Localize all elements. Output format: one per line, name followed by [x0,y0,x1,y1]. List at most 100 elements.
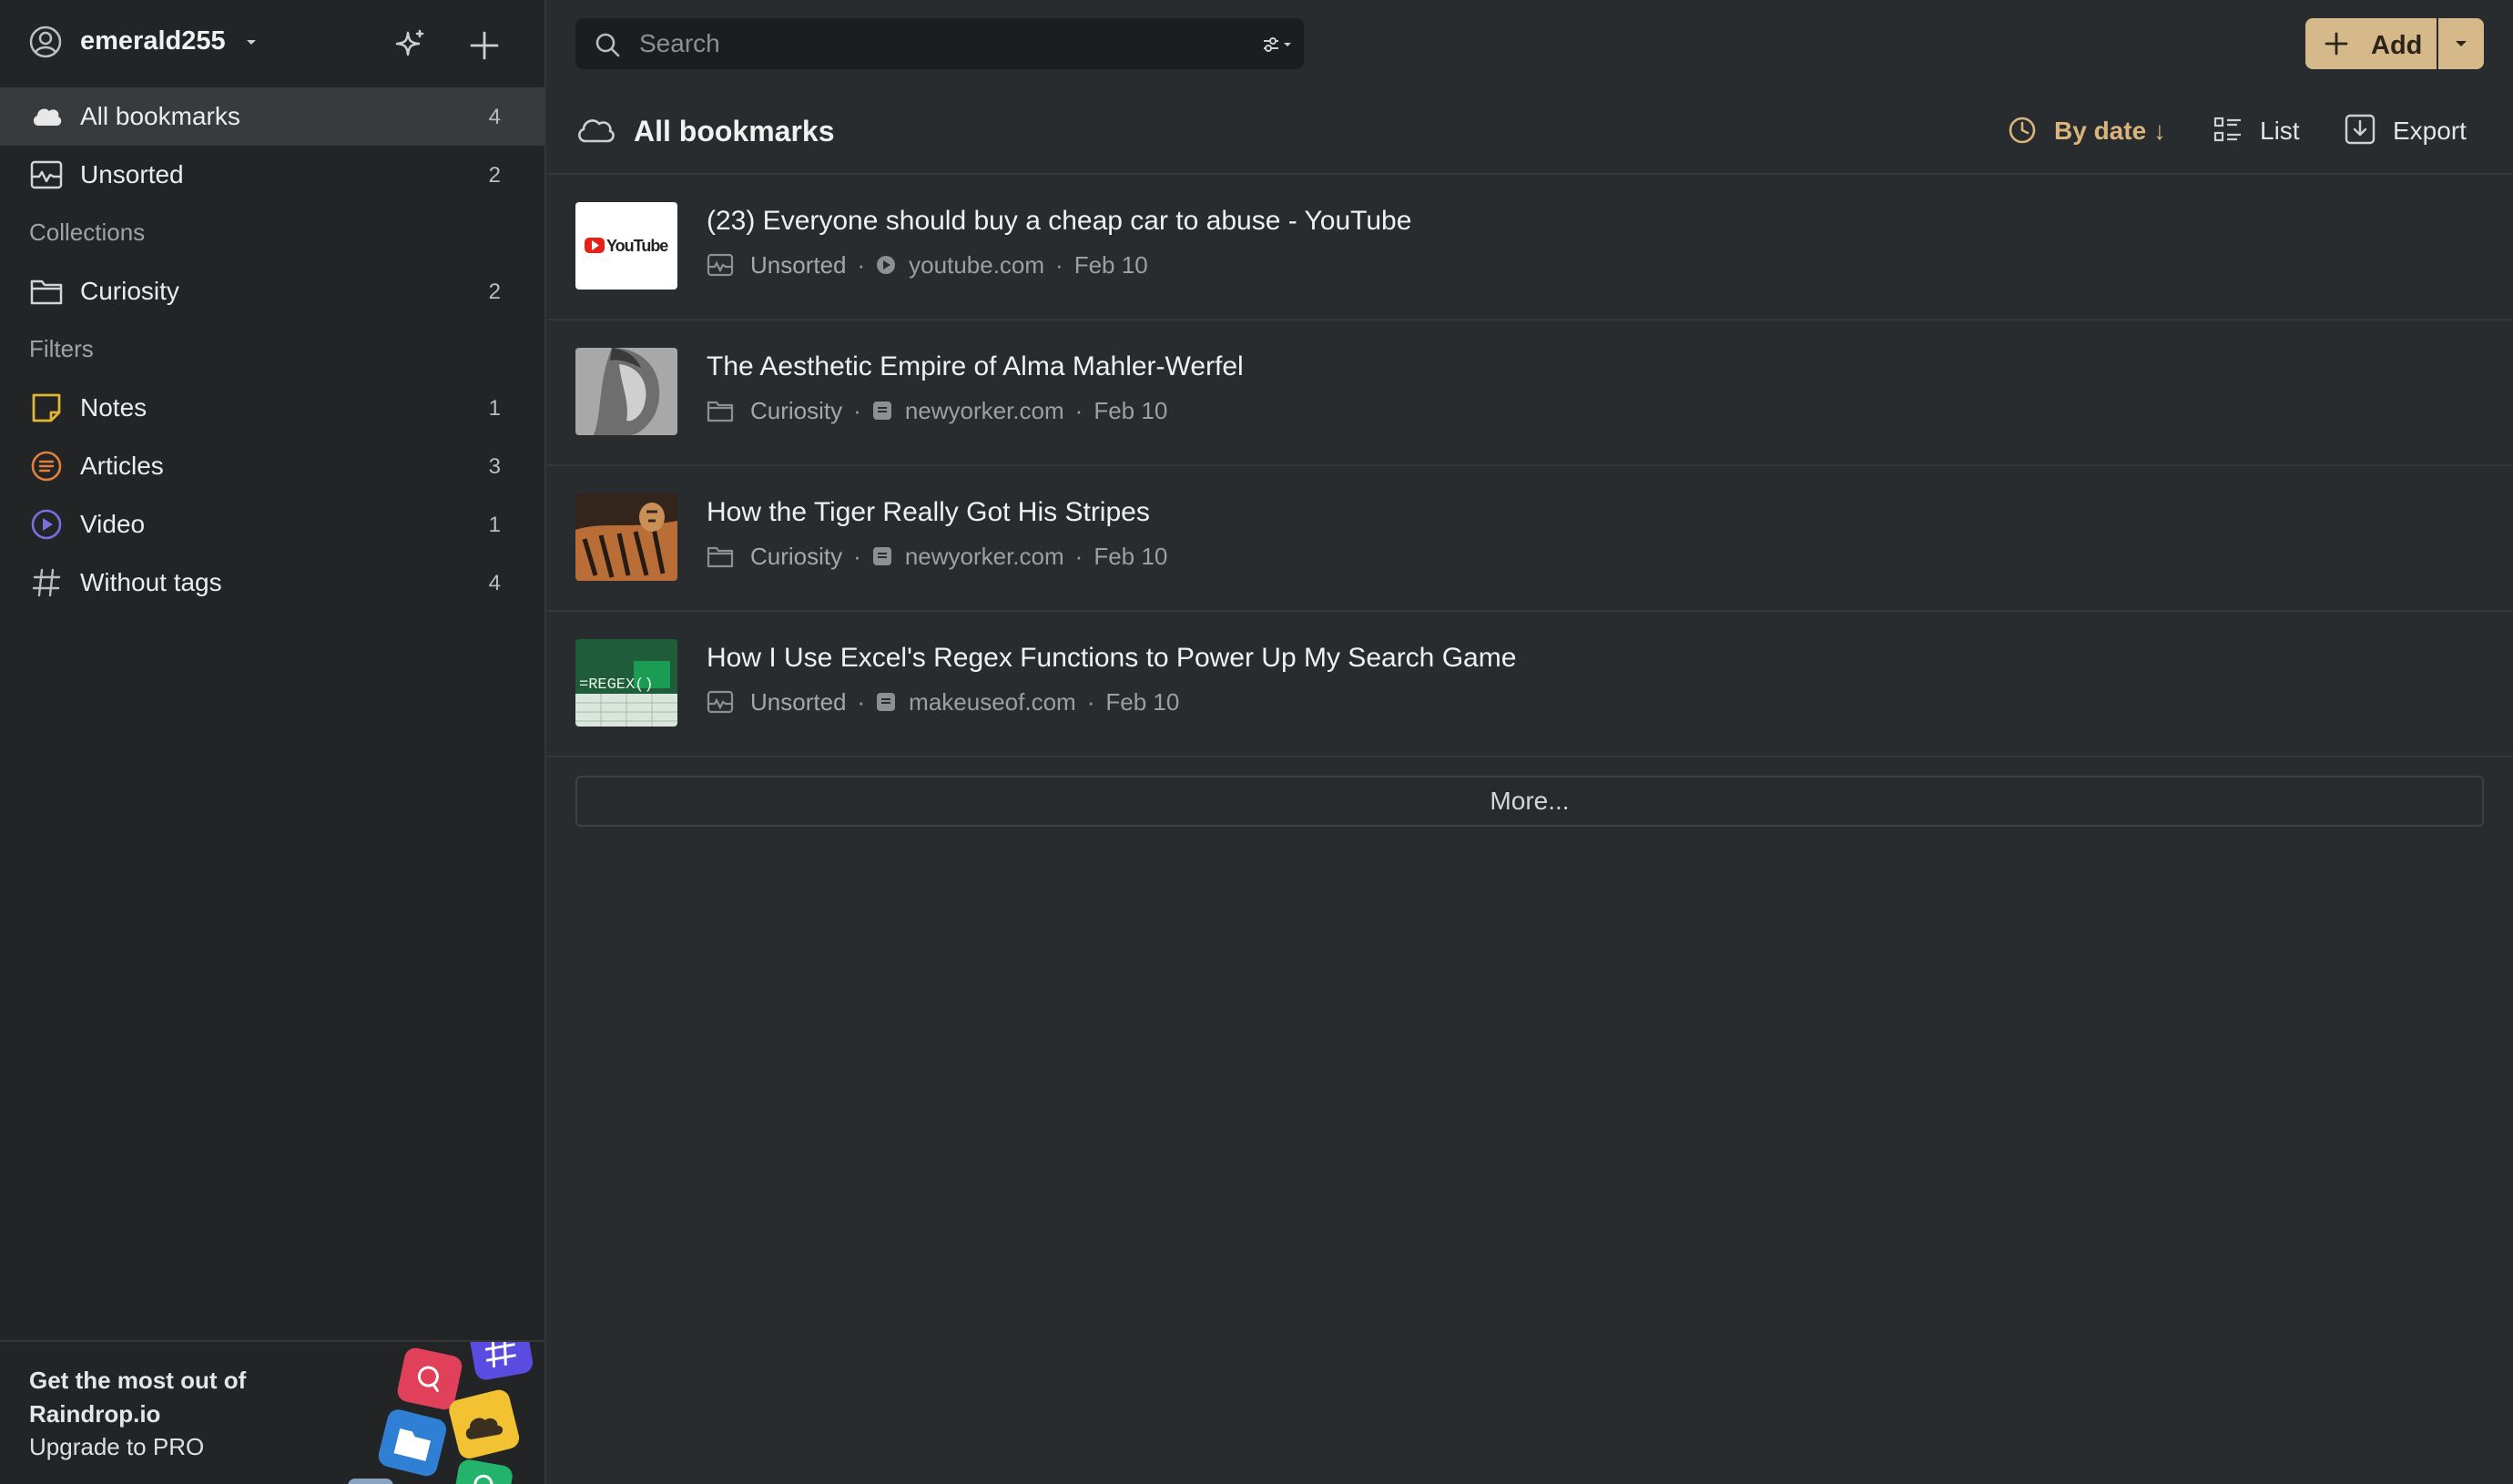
chevron-down-icon[interactable] [242,33,260,51]
plus-icon [2325,32,2348,56]
thumb-text: =REGEX() [579,676,654,694]
bookmark-collection: Curiosity [750,542,843,570]
sidebar-item-video[interactable]: Video 1 [0,495,544,554]
note-icon [32,393,61,422]
download-icon [2345,114,2376,145]
add-button[interactable]: Add [2305,18,2437,69]
sidebar-item-count: 4 [488,571,501,595]
view-mode-button[interactable]: List [2213,113,2313,151]
bookmark-date: Feb 10 [1094,542,1168,570]
folder-icon [707,546,734,568]
add-collection-icon[interactable] [464,25,504,66]
separator-dot: · [853,396,861,424]
bookmark-thumbnail [575,348,677,435]
separator-dot: · [1055,250,1063,279]
regex-thumbnail-icon: =REGEX() [575,639,677,727]
sort-label: By date ↓ [2054,117,2166,145]
bookmark-item[interactable]: The Aesthetic Empire of Alma Mahler-Werf… [546,320,2513,466]
load-more-button[interactable]: More... [575,776,2484,827]
separator-dot: · [857,687,866,716]
page-title: All bookmarks [634,115,835,147]
folder-icon [30,280,63,305]
sidebar-item-count: 2 [488,280,501,304]
sparkle-icon[interactable] [390,25,430,66]
bookmark-meta: Curiosity · newyorker.com · Feb 10 [707,395,1167,426]
sidebar-item-count: 2 [488,163,501,188]
sidebar-item-count: 3 [488,454,501,479]
thumb-text: YouTube [606,237,668,255]
bookmark-date: Feb 10 [1094,396,1168,424]
sidebar-item-label: Without tags [80,568,222,596]
collections-heading[interactable]: Collections [29,219,145,247]
sidebar-item-count: 1 [488,513,501,537]
export-label: Export [2393,117,2467,145]
collection-header: All bookmarks By date ↓ List Export [546,100,2513,175]
user-avatar-icon[interactable] [29,25,62,58]
bookmark-date: Feb 10 [1105,687,1180,716]
sidebar-item-unsorted[interactable]: Unsorted 2 [0,146,544,204]
promo-title: Get the most out of Raindrop.io [29,1367,247,1428]
inbox-icon [30,160,63,189]
bookmark-title[interactable]: How I Use Excel's Regex Functions to Pow… [707,643,1516,674]
article-type-icon [872,401,891,420]
bookmark-collection: Unsorted [750,687,847,716]
filters-heading[interactable]: Filters [29,335,94,363]
bookmark-item[interactable]: How the Tiger Really Got His Stripes Cur… [546,466,2513,612]
search-bar[interactable] [575,18,1304,69]
upgrade-promo[interactable]: Get the most out of Raindrop.io Upgrade … [0,1340,544,1484]
sidebar-item-without-tags[interactable]: Without tags 4 [0,554,544,612]
separator-dot: · [1086,687,1095,716]
upgrade-link[interactable]: Upgrade to PRO [29,1433,204,1461]
sidebar-item-articles[interactable]: Articles 3 [0,437,544,495]
separator-dot: · [853,542,861,570]
add-menu-button[interactable] [2438,18,2484,69]
sidebar-item-all-bookmarks[interactable]: All bookmarks 4 [0,87,544,146]
cloud-icon [33,108,62,126]
bookmark-collection: Unsorted [750,250,847,279]
bookmark-collection: Curiosity [750,396,843,424]
search-options-icon[interactable] [1262,35,1293,55]
inbox-icon [707,690,734,714]
sidebar-item-curiosity[interactable]: Curiosity 2 [0,262,544,320]
search-input[interactable] [639,27,1149,60]
inbox-icon [707,253,734,277]
sidebar-item-count: 4 [488,105,501,129]
bookmark-domain: makeuseof.com [909,687,1076,716]
bookmark-title[interactable]: The Aesthetic Empire of Alma Mahler-Werf… [707,351,1244,382]
bookmark-item[interactable]: YouTube (23) Everyone should buy a cheap… [546,175,2513,320]
add-button-label: Add [2371,31,2423,60]
promo-illustration-icon [348,1342,534,1484]
sidebar-item-label: All bookmarks [80,102,240,130]
bookmark-title[interactable]: How the Tiger Really Got His Stripes [707,497,1150,528]
play-icon [31,509,62,540]
youtube-logo-icon: YouTube [585,237,669,255]
user-name[interactable]: emerald255 [80,26,226,56]
sidebar-item-label: Curiosity [80,277,179,305]
portrait-thumbnail-icon [575,348,677,435]
chevron-down-icon [2456,41,2467,46]
article-type-icon [877,693,896,711]
separator-dot: · [1074,542,1084,570]
sidebar-item-label: Video [80,510,146,538]
list-view-icon [2213,117,2241,142]
bookmark-item[interactable]: =REGEX() How I Use Excel's Regex Functio… [546,612,2513,757]
bookmark-domain: newyorker.com [904,396,1064,424]
bookmark-title[interactable]: (23) Everyone should buy a cheap car to … [707,206,1411,237]
sort-button[interactable]: By date ↓ [2007,113,2185,151]
sidebar-item-notes[interactable]: Notes 1 [0,379,544,437]
export-button[interactable]: Export [2344,113,2480,151]
hash-icon [32,568,61,597]
bookmark-domain: newyorker.com [904,542,1064,570]
sidebar-item-label: Unsorted [80,160,184,188]
main-panel: Add All bookmarks By date ↓ List [546,0,2513,1484]
search-icon [595,33,620,57]
separator-dot: · [1074,396,1084,424]
bookmark-meta: Unsorted · youtube.com · Feb 10 [707,249,1148,280]
bookmark-thumbnail: YouTube [575,202,677,290]
clock-icon [2009,117,2036,144]
sidebar-header: emerald255 [0,0,544,87]
bookmark-meta: Unsorted · makeuseof.com · Feb 10 [707,686,1179,717]
sidebar-item-label: Notes [80,393,148,422]
article-type-icon [872,547,891,565]
bookmark-date: Feb 10 [1073,250,1148,279]
